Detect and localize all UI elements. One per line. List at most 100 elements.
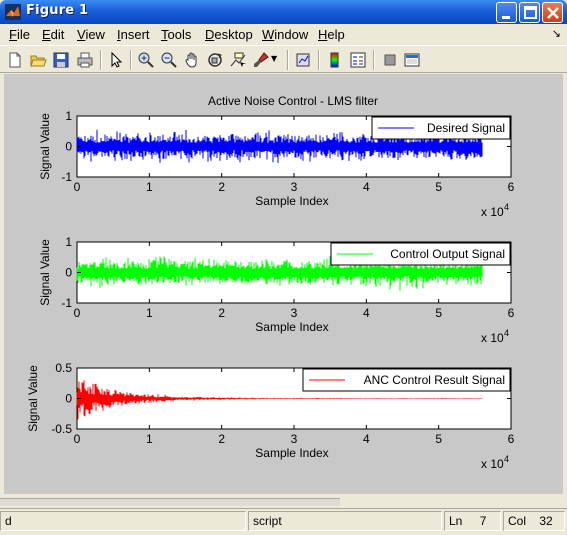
status-ln-label: Ln bbox=[449, 514, 463, 528]
x-tick-label: 0 bbox=[74, 432, 81, 446]
x-tick-label: 4 bbox=[363, 180, 370, 194]
x-tick-label: 2 bbox=[218, 432, 225, 446]
x-tick-label: 1 bbox=[146, 306, 153, 320]
window-title: Figure 1 bbox=[26, 3, 89, 18]
x-axis-multiplier: x 10 bbox=[481, 331, 504, 345]
status-ln-value: 7 bbox=[479, 514, 487, 528]
x-tick-label: 1 bbox=[146, 180, 153, 194]
x-tick-label: 3 bbox=[291, 306, 298, 320]
y-tick-label: 0 bbox=[65, 140, 72, 154]
editor-horizontal-scrollbar[interactable] bbox=[0, 498, 340, 506]
zoom-out-icon[interactable] bbox=[160, 51, 178, 69]
status-line-pane: Ln 7 bbox=[444, 511, 501, 531]
insert-colorbar-icon[interactable] bbox=[326, 51, 344, 69]
x-tick-label: 0 bbox=[74, 306, 81, 320]
maximize-icon bbox=[524, 6, 537, 19]
status-col-value: 32 bbox=[539, 514, 553, 528]
print-icon[interactable] bbox=[76, 51, 94, 69]
link-plot-icon[interactable] bbox=[294, 51, 312, 69]
menu-dock-arrow-icon[interactable]: ↘ bbox=[552, 27, 561, 40]
x-tick-label: 6 bbox=[508, 180, 515, 194]
x-tick-label: 5 bbox=[435, 432, 442, 446]
subplot-3[interactable]: 0 1 2 3 4 5 60.50-0.5Sample IndexSignal Valuex… bbox=[26, 361, 515, 471]
y-tick-label: 0.5 bbox=[55, 361, 72, 375]
x-tick-label: 0 bbox=[74, 180, 81, 194]
toolbar-separator bbox=[100, 50, 102, 70]
x-axis-multiplier-exponent: 4 bbox=[504, 454, 509, 464]
x-tick-label: 4 bbox=[363, 432, 370, 446]
hide-plot-tools-icon[interactable] bbox=[381, 51, 399, 69]
figure-canvas[interactable]: Active Noise Control - LMS filter 0 1 2 3 4 5… bbox=[4, 74, 563, 494]
menu-insert[interactable]: Insert bbox=[117, 27, 150, 42]
menu-help[interactable]: Help bbox=[318, 27, 345, 42]
x-tick-label: 6 bbox=[508, 306, 515, 320]
x-tick-label: 5 bbox=[435, 180, 442, 194]
x-tick-label: 1 bbox=[146, 432, 153, 446]
brush-dropdown-arrow-icon[interactable]: ▼ bbox=[271, 54, 277, 63]
data-cursor-icon[interactable] bbox=[229, 51, 247, 69]
x-tick-label: 3 bbox=[291, 180, 298, 194]
status-message-pane: d bbox=[0, 511, 246, 531]
y-axis-label: Signal Value bbox=[26, 365, 40, 432]
menu-edit[interactable]: Edit bbox=[42, 27, 64, 42]
x-axis-multiplier: x 10 bbox=[481, 457, 504, 471]
toolbar-separator bbox=[130, 50, 132, 70]
menu-window[interactable]: Window bbox=[262, 27, 308, 42]
axes-root: 0 1 2 3 4 5 610-1Sample IndexSignal Valuex 10 4… bbox=[26, 109, 515, 471]
menu-bar: File Edit View Insert Tools Desktop Wind… bbox=[0, 24, 567, 45]
status-message: d bbox=[5, 514, 12, 528]
menu-desktop[interactable]: Desktop bbox=[205, 27, 253, 42]
maximize-button[interactable] bbox=[519, 2, 540, 23]
y-tick-label: 1 bbox=[65, 109, 72, 123]
save-icon[interactable] bbox=[52, 51, 70, 69]
legend-entry-label: Desired Signal bbox=[427, 121, 505, 135]
figure-toolbar: ▼ bbox=[0, 45, 567, 73]
y-tick-label: -0.5 bbox=[51, 422, 72, 436]
x-axis-label: Sample Index bbox=[255, 446, 328, 460]
x-axis-multiplier-exponent: 4 bbox=[504, 202, 509, 212]
legend[interactable]: Desired Signal bbox=[371, 116, 511, 140]
matlab-logo-icon bbox=[5, 4, 21, 20]
y-axis-label: Signal Value bbox=[38, 113, 52, 180]
y-tick-label: 0 bbox=[65, 266, 72, 280]
y-tick-label: 0 bbox=[65, 392, 72, 406]
x-axis-multiplier-exponent: 4 bbox=[504, 328, 509, 338]
status-col-label: Col bbox=[508, 514, 527, 528]
legend[interactable]: Control Output Signal bbox=[330, 242, 511, 266]
brush-icon[interactable] bbox=[252, 51, 270, 69]
y-tick-label: 1 bbox=[65, 235, 72, 249]
show-plot-tools-icon[interactable] bbox=[403, 51, 421, 69]
legend[interactable]: ANC Control Result Signal bbox=[302, 368, 511, 392]
x-tick-label: 4 bbox=[363, 306, 370, 320]
menu-tools[interactable]: Tools bbox=[161, 27, 191, 42]
x-axis-label: Sample Index bbox=[255, 320, 328, 334]
toolbar-separator bbox=[318, 50, 320, 70]
y-axis-label: Signal Value bbox=[38, 239, 52, 306]
figure-title: Active Noise Control - LMS filter bbox=[208, 94, 378, 108]
edit-plot-arrow-icon[interactable] bbox=[107, 51, 125, 69]
x-tick-label: 6 bbox=[508, 432, 515, 446]
pan-hand-icon[interactable] bbox=[183, 51, 201, 69]
insert-legend-icon[interactable] bbox=[349, 51, 367, 69]
minimize-button[interactable] bbox=[496, 2, 517, 23]
new-figure-icon[interactable] bbox=[6, 51, 24, 69]
status-col-pane: Col 32 bbox=[503, 511, 565, 531]
menu-view[interactable]: View bbox=[77, 27, 105, 42]
title-bar[interactable]: Figure 1 bbox=[0, 0, 567, 24]
close-button[interactable] bbox=[542, 2, 563, 23]
status-mode: script bbox=[253, 514, 282, 528]
minimize-icon bbox=[502, 16, 510, 19]
subplot-1[interactable]: 0 1 2 3 4 5 610-1Sample IndexSignal Valuex 10 4… bbox=[38, 109, 515, 219]
x-tick-label: 5 bbox=[435, 306, 442, 320]
close-icon bbox=[547, 7, 559, 19]
rotate-3d-icon[interactable] bbox=[206, 51, 224, 69]
menu-file[interactable]: File bbox=[9, 27, 30, 42]
toolbar-separator bbox=[373, 50, 375, 70]
x-tick-label: 2 bbox=[218, 180, 225, 194]
x-tick-label: 3 bbox=[291, 432, 298, 446]
toolbar-separator bbox=[287, 50, 289, 70]
zoom-in-icon[interactable] bbox=[137, 51, 155, 69]
open-file-icon[interactable] bbox=[29, 51, 47, 69]
subplot-2[interactable]: 0 1 2 3 4 5 610-1Sample IndexSignal Valuex 10 4… bbox=[38, 235, 515, 345]
x-tick-label: 2 bbox=[218, 306, 225, 320]
